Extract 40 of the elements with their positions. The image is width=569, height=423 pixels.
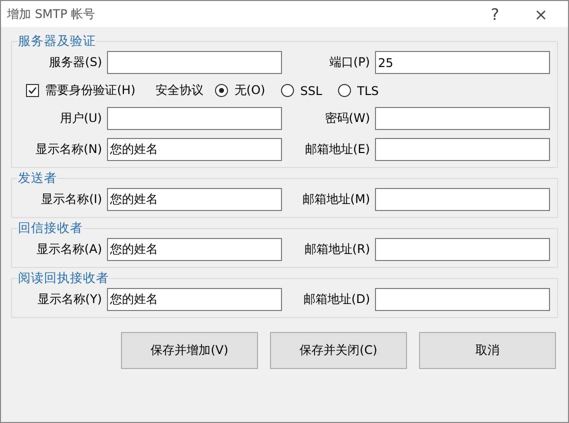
field-label: 显示名称(N) xyxy=(34,141,102,158)
field-label: 邮箱地址(D) xyxy=(302,291,370,308)
help-button[interactable]: ? xyxy=(472,1,518,27)
input-field[interactable] xyxy=(375,188,550,211)
auth-checkbox[interactable]: 需要身份验证(H) xyxy=(26,82,136,99)
protocol-label: 安全协议 xyxy=(155,82,204,99)
dialog-button[interactable]: 保存并关闭(C) xyxy=(270,332,407,369)
group-title: 回信接收者 xyxy=(18,220,83,237)
input-field[interactable]: 25 xyxy=(375,51,550,74)
dialog-button[interactable]: 取消 xyxy=(419,332,556,369)
group-title: 阅读回执接收者 xyxy=(18,270,109,287)
field-label: 邮箱地址(R) xyxy=(303,241,370,258)
dialog-button[interactable]: 保存并增加(V) xyxy=(121,332,258,369)
input-field[interactable]: 您的姓名 xyxy=(107,188,282,211)
field-label: 端口(P) xyxy=(328,54,370,71)
close-button[interactable]: × xyxy=(518,1,564,27)
field-label: 显示名称(Y) xyxy=(36,291,102,308)
group-title: 服务器及验证 xyxy=(18,33,96,50)
radio-option[interactable]: SSL xyxy=(281,84,322,98)
field-label: 邮箱地址(E) xyxy=(304,141,370,158)
input-field[interactable]: 您的姓名 xyxy=(107,138,282,161)
input-field[interactable] xyxy=(375,138,550,161)
input-field[interactable] xyxy=(107,51,282,74)
field-label: 密码(W) xyxy=(324,110,370,127)
field-label: 邮箱地址(M) xyxy=(301,191,370,208)
window-title: 增加 SMTP 帐号 xyxy=(7,6,96,22)
input-field[interactable]: 您的姓名 xyxy=(107,238,282,261)
field-label: 服务器(S) xyxy=(48,54,102,71)
radio-option[interactable]: 无(O) xyxy=(215,82,266,99)
input-field[interactable]: 您的姓名 xyxy=(107,288,282,311)
input-field[interactable] xyxy=(375,288,550,311)
field-label: 显示名称(I) xyxy=(40,191,102,208)
group-title: 发送者 xyxy=(18,170,57,187)
input-field[interactable] xyxy=(375,238,550,261)
field-label: 用户(U) xyxy=(58,110,102,127)
checkmark-icon xyxy=(28,86,37,95)
input-field[interactable] xyxy=(375,107,550,130)
radio-option[interactable]: TLS xyxy=(338,84,379,98)
input-field[interactable] xyxy=(107,107,282,130)
field-label: 显示名称(A) xyxy=(35,241,102,258)
